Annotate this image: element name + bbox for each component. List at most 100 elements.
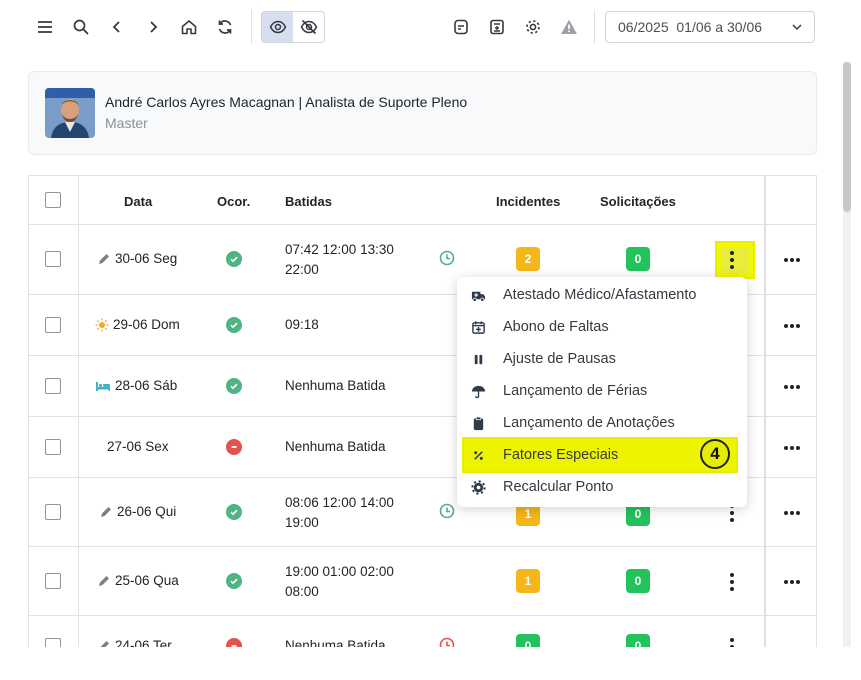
status-ok-icon <box>226 573 242 589</box>
chevron-right-icon[interactable] <box>138 12 168 42</box>
row-date: 26-06 Qui <box>99 504 176 519</box>
pause-icon <box>470 351 486 367</box>
gear-icon <box>470 479 486 495</box>
requests-badge[interactable]: 0 <box>626 569 650 593</box>
row-more-button[interactable] <box>784 511 800 515</box>
row-more-button[interactable] <box>784 446 800 450</box>
row-checkbox[interactable] <box>45 317 61 333</box>
header-solicitacoes[interactable]: Solicitações <box>600 194 676 209</box>
row-date-label: 28-06 Sáb <box>115 378 178 393</box>
period-select[interactable]: 06/2025 01/06 a 30/06 <box>605 11 815 43</box>
chevron-left-icon[interactable] <box>102 12 132 42</box>
warning-icon[interactable] <box>554 12 584 42</box>
status-ok-icon <box>226 378 242 394</box>
table-row[interactable]: 25-06 Qua 19:00 01:00 02:00 08:00 1 0 <box>29 546 816 615</box>
header-data[interactable]: Data <box>124 194 152 209</box>
calculator-icon[interactable] <box>482 12 512 42</box>
row-checkbox[interactable] <box>45 439 61 455</box>
gear-icon[interactable] <box>518 12 548 42</box>
status-error-icon <box>226 439 242 455</box>
pencil-icon <box>101 506 111 517</box>
menu-item-label: Lançamento de Férias <box>503 383 648 399</box>
avatar <box>45 88 95 138</box>
row-checkbox[interactable] <box>45 378 61 394</box>
row-date-label: 30-06 Seg <box>115 251 178 266</box>
clock-icon[interactable] <box>439 250 455 266</box>
visibility-toggle-group <box>261 11 325 43</box>
step-marker: 4 <box>700 439 730 469</box>
batidas-line: 19:00 01:00 02:00 <box>285 564 394 579</box>
batidas-line: Nenhuma Batida <box>285 439 386 454</box>
menu-item-atestado[interactable]: Atestado Médico/Afastamento <box>457 279 747 311</box>
select-all-checkbox[interactable] <box>45 192 61 208</box>
row-date-label: 29-06 Dom <box>113 317 180 332</box>
toolbar-divider <box>594 10 595 44</box>
clock-icon[interactable] <box>439 637 455 647</box>
menu-item-label: Ajuste de Pausas <box>503 351 616 367</box>
batidas-line: 22:00 <box>285 262 319 277</box>
menu-icon[interactable] <box>30 12 60 42</box>
row-actions-button[interactable] <box>729 638 735 647</box>
home-icon[interactable] <box>174 12 204 42</box>
batidas-line: 09:18 <box>285 317 319 332</box>
menu-item-pausas[interactable]: Ajuste de Pausas <box>457 343 747 375</box>
row-batidas: 09:18 <box>285 315 425 335</box>
row-date-label: 25-06 Qua <box>115 573 179 588</box>
row-batidas: Nenhuma Batida <box>285 437 425 457</box>
user-name: André Carlos Ayres Macagnan | Analista d… <box>105 94 468 110</box>
menu-item-label: Atestado Médico/Afastamento <box>503 287 697 303</box>
batidas-line: 07:42 12:00 13:30 <box>285 242 394 257</box>
incidents-badge[interactable]: 1 <box>516 569 540 593</box>
status-ok-icon <box>226 504 242 520</box>
row-date: 25-06 Qua <box>97 573 179 588</box>
user-card: André Carlos Ayres Macagnan | Analista d… <box>28 71 817 155</box>
eye-off-icon[interactable] <box>293 12 324 42</box>
batidas-line: 08:06 12:00 14:00 <box>285 495 394 510</box>
menu-item-label: Lançamento de Anotações <box>503 415 675 431</box>
search-icon[interactable] <box>66 12 96 42</box>
menu-item-label: Abono de Faltas <box>503 319 609 335</box>
scrollbar-thumb[interactable] <box>843 62 851 212</box>
menu-item-label: Recalcular Ponto <box>503 479 614 495</box>
row-actions-button[interactable] <box>729 251 735 269</box>
batidas-line: 19:00 <box>285 515 319 530</box>
incidents-badge[interactable]: 0 <box>516 634 540 647</box>
row-date-label: 24-06 Ter <box>115 638 172 647</box>
menu-item-recalcular[interactable]: Recalcular Ponto <box>457 471 747 503</box>
status-error-icon <box>226 638 242 647</box>
row-checkbox[interactable] <box>45 251 61 267</box>
row-checkbox[interactable] <box>45 638 61 647</box>
row-checkbox[interactable] <box>45 573 61 589</box>
eye-icon[interactable] <box>262 12 293 42</box>
document-icon[interactable] <box>446 12 476 42</box>
menu-item-ferias[interactable]: Lançamento de Férias <box>457 375 747 407</box>
row-checkbox[interactable] <box>45 504 61 520</box>
menu-item-abono[interactable]: Abono de Faltas <box>457 311 747 343</box>
status-ok-icon <box>226 251 242 267</box>
header-batidas[interactable]: Batidas <box>285 194 332 209</box>
menu-item-anotacoes[interactable]: Lançamento de Anotações <box>457 407 747 439</box>
pencil-icon <box>99 575 109 586</box>
row-more-button[interactable] <box>784 580 800 584</box>
row-batidas: Nenhuma Batida <box>285 376 425 396</box>
row-actions-button[interactable] <box>729 573 735 591</box>
header-ocor[interactable]: Ocor. <box>217 194 250 209</box>
row-date-label: 27-06 Sex <box>107 439 169 454</box>
incidents-badge[interactable]: 2 <box>516 247 540 271</box>
highlighted-actions-button[interactable] <box>715 241 755 279</box>
batidas-line: Nenhuma Batida <box>285 638 386 647</box>
period-select-value: 06/2025 01/06 a 30/06 <box>618 19 763 35</box>
requests-badge[interactable]: 0 <box>626 634 650 647</box>
table-row[interactable]: 24-06 Ter Nenhuma Batida 0 0 <box>29 615 816 647</box>
header-incidentes[interactable]: Incidentes <box>496 194 560 209</box>
row-more-button[interactable] <box>784 385 800 389</box>
row-more-button[interactable] <box>784 324 800 328</box>
umbrella-icon <box>470 383 486 399</box>
user-role: Master <box>105 115 148 131</box>
refresh-icon[interactable] <box>210 12 240 42</box>
row-actions-menu: Atestado Médico/Afastamento Abono de Fal… <box>457 277 747 507</box>
clock-icon[interactable] <box>439 503 455 519</box>
row-more-button[interactable] <box>784 258 800 262</box>
requests-badge[interactable]: 0 <box>626 247 650 271</box>
row-batidas: Nenhuma Batida <box>285 636 425 647</box>
